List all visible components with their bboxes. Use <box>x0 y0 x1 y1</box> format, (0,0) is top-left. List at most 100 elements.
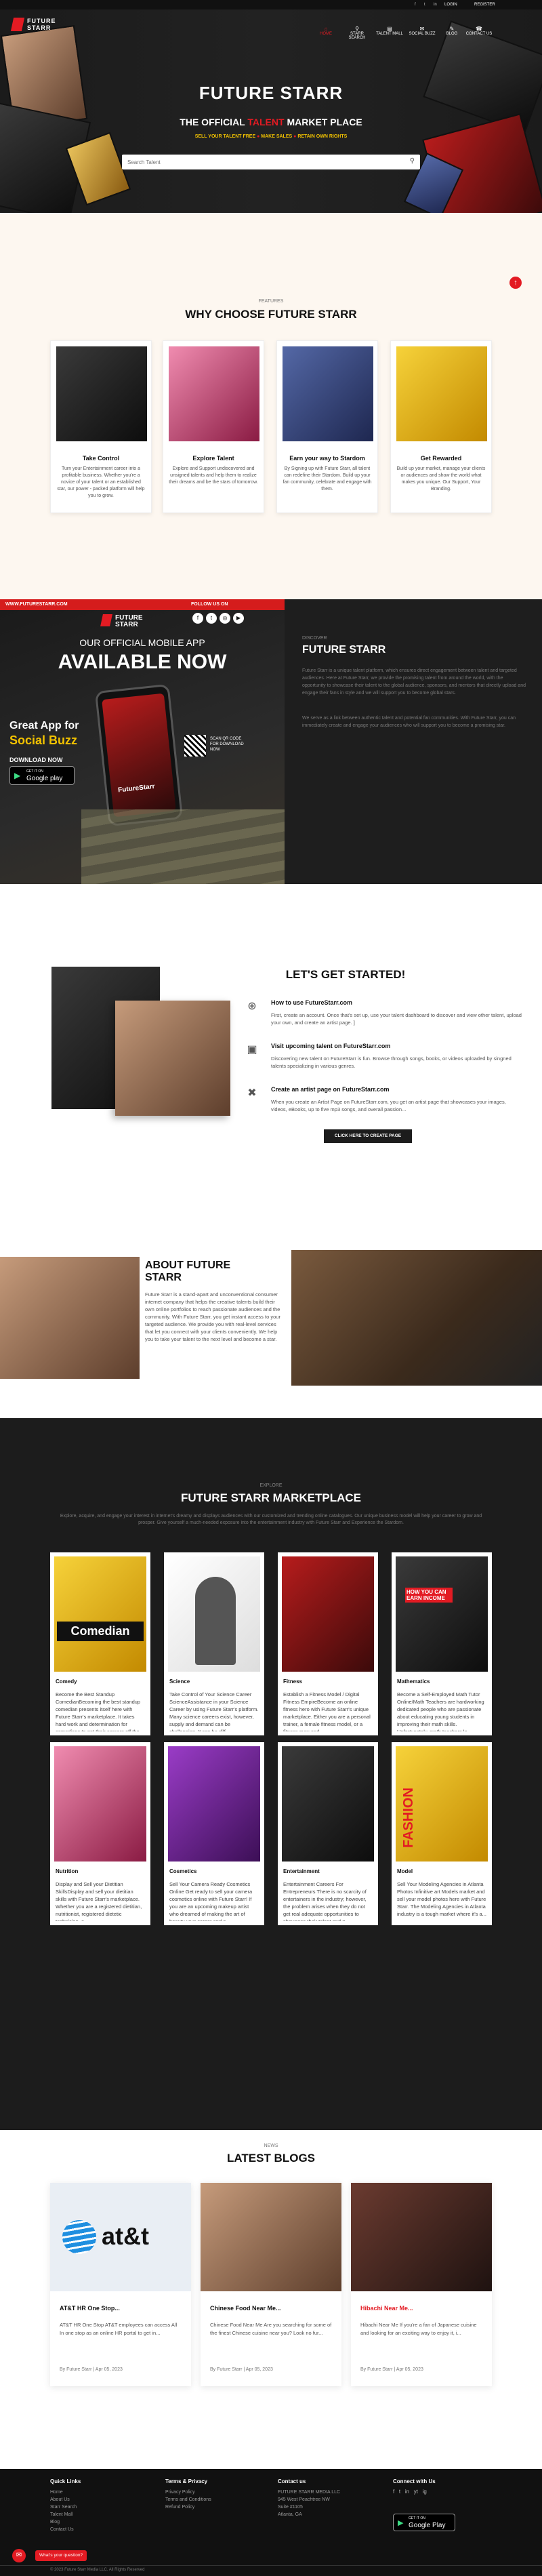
chat-bubble[interactable]: What's your question? <box>35 2550 87 2561</box>
footer-link-contact[interactable]: Contact Us <box>50 2526 145 2533</box>
hero-subtitle: THE OFFICIAL TALENT MARKET PLACE <box>136 117 406 127</box>
register-link[interactable]: REGISTER <box>474 3 495 7</box>
logo-text-top: FUTURE <box>27 18 56 24</box>
market-desc-science: Take Control of Your Science Career Scie… <box>169 1691 259 1731</box>
market-card-mathematics[interactable]: HOW YOU CAN EARN INCOME Mathematics Beco… <box>392 1552 492 1735</box>
step-2-desc: Discovering new talent on FutureStarr is… <box>271 1055 512 1069</box>
talent-search-input[interactable] <box>127 157 398 167</box>
blog-desc-2: Chinese Food Near Me Are you searching f… <box>210 2322 332 2336</box>
market-card-model[interactable]: FASHION Model Sell Your Modeling Agencie… <box>392 1742 492 1925</box>
market-category-cosmetics: Cosmetics <box>169 1868 197 1874</box>
footer-link-blog[interactable]: Blog <box>50 2518 145 2526</box>
about-title-1: ABOUT FUTURE <box>145 1260 231 1271</box>
feature-desc-1: Turn your Entertainment career into a pr… <box>57 466 145 498</box>
login-link[interactable]: LOGIN <box>444 3 457 7</box>
market-card-nutrition[interactable]: Nutrition Display and Sell your Dietitia… <box>50 1742 150 1925</box>
play-icon: ▶ <box>14 771 21 780</box>
facebook-icon[interactable]: f <box>415 3 416 7</box>
step-3-title[interactable]: Create an artist page on FutureStarr.com <box>271 1086 528 1093</box>
twitter-icon[interactable]: t <box>206 613 217 624</box>
nav-starr-search[interactable]: ⚲ STARR SEARCH <box>341 26 373 40</box>
globe-icon: ⊕ <box>247 1001 257 1012</box>
scroll-top-icon[interactable]: ↑ <box>509 277 522 289</box>
app-line2: AVAILABLE NOW <box>58 651 227 673</box>
footer-contact-line-2: 945 West Peachtree NW <box>278 2497 330 2502</box>
blog-title-2[interactable]: Chinese Food Near Me... <box>210 2305 281 2312</box>
twitter-icon[interactable]: t <box>424 3 425 7</box>
gp-big: Google play <box>26 775 63 782</box>
market-card-fitness[interactable]: Fitness Establish a Fitness Model / Digi… <box>278 1552 378 1735</box>
step-2-title[interactable]: Visit upcoming talent on FutureStarr.com <box>271 1043 528 1049</box>
nav-home[interactable]: ⌂ HOME <box>310 26 341 36</box>
features-title: WHY CHOOSE FUTURE STARR <box>185 308 357 321</box>
footer-contact-title: Contact us <box>278 2478 306 2484</box>
facebook-icon[interactable]: f <box>393 2489 394 2495</box>
tagline-1: SELL YOUR TALENT FREE <box>194 134 256 139</box>
market-image-cosmetics <box>168 1746 260 1861</box>
nav-talent-mall-label: TALENT MALL <box>376 32 403 36</box>
instagram-icon[interactable]: ◎ <box>220 613 230 624</box>
footer-gp-small: GET IT ON <box>409 2516 425 2520</box>
step-1-title[interactable]: How to use FutureStarr.com <box>271 999 528 1006</box>
mobile-app-banner: WWW.FUTURESTARR.COM FOLLOW US ON f t ◎ ▶… <box>0 599 285 884</box>
footer-google-play-badge[interactable]: ▶ GET IT ON Google Play <box>393 2514 455 2531</box>
instagram-icon[interactable]: ig <box>423 2489 427 2495</box>
nav-contact[interactable]: ☎ CONTACT US <box>463 26 495 36</box>
google-play-badge[interactable]: ▶ GET IT ON Google play <box>9 766 75 785</box>
facebook-icon[interactable]: f <box>192 613 203 624</box>
twitter-icon[interactable]: t <box>399 2489 400 2495</box>
market-category-mathematics: Mathematics <box>397 1678 430 1685</box>
create-page-button[interactable]: CLICK HERE TO CREATE PAGE <box>324 1129 412 1143</box>
qr-text: SCAN QR CODE FOR DOWNLOAD NOW <box>210 737 244 752</box>
search-icon[interactable]: ⚲ <box>410 157 415 165</box>
market-card-science[interactable]: Science Take Control of Your Science Car… <box>164 1552 264 1735</box>
blog-card-2[interactable]: Chinese Food Near Me... Chinese Food Nea… <box>201 2183 341 2386</box>
blog-card-3[interactable]: Hibachi Near Me... Hibachi Near Me If yo… <box>351 2183 492 2386</box>
blog-card-1[interactable]: at&t AT&T HR One Stop... AT&T HR One Sto… <box>50 2183 191 2386</box>
hero-tagline: SELL YOUR TALENT FREE ● MAKE SALES ● RET… <box>136 134 406 139</box>
app-social: Social Buzz <box>9 733 78 747</box>
footer-link-privacy[interactable]: Privacy Policy <box>165 2489 260 2496</box>
market-card-entertainment[interactable]: Entertainment Entertainment Careers For … <box>278 1742 378 1925</box>
feature-card-earn: Earn your way to Stardom By Signing up w… <box>276 340 378 513</box>
blog-meta-3: By Future Starr | Apr 05, 2023 <box>360 2367 423 2372</box>
footer-connect-title: Connect with Us <box>393 2478 436 2484</box>
feature-card-explore-talent: Explore Talent Explore and Support undis… <box>163 340 264 513</box>
app-follow-label: FOLLOW US ON <box>191 602 228 607</box>
instagram-icon[interactable]: in <box>434 3 437 7</box>
top-bar: f t in LOGIN REGISTER <box>0 0 542 9</box>
feature-image-3 <box>283 346 373 441</box>
chat-icon[interactable]: ✉ <box>12 2549 26 2562</box>
marketplace-section: EXPLORE FUTURE STARR MARKETPLACE Explore… <box>0 1418 542 2130</box>
footer-quick-links: Quick Links Home About Us Starr Search T… <box>50 2478 145 2533</box>
feature-desc-3: By Signing up with Future Starr, all tal… <box>283 466 372 491</box>
linkedin-icon[interactable]: in <box>405 2489 409 2495</box>
market-category-fitness: Fitness <box>283 1678 303 1685</box>
footer-terms-title: Terms & Privacy <box>165 2478 208 2484</box>
play-icon: ▶ <box>398 2519 404 2527</box>
footer-link-refund[interactable]: Refund Policy <box>165 2503 260 2511</box>
market-desc-cosmetics: Sell Your Camera Ready Cosmetics Online … <box>169 1881 253 1921</box>
market-card-comedy[interactable]: Comedian Comedy Become the Best Standup … <box>50 1552 150 1735</box>
footer-link-about[interactable]: About Us <box>50 2496 145 2503</box>
search-icon: ⚲ <box>355 26 359 32</box>
hero-title: FUTURE STARR <box>199 83 343 103</box>
nav-talent-mall[interactable]: ▤ TALENT MALL <box>374 26 405 36</box>
nav-social-buzz[interactable]: ✉ SOCIAL BUZZ <box>406 26 438 36</box>
footer-link-home[interactable]: Home <box>50 2489 145 2496</box>
market-card-cosmetics[interactable]: Cosmetics Sell Your Camera Ready Cosmeti… <box>164 1742 264 1925</box>
blog-meta-2: By Future Starr | Apr 05, 2023 <box>210 2367 273 2372</box>
hero-photo-right-top <box>423 20 542 134</box>
youtube-icon[interactable]: ▶ <box>233 613 244 624</box>
youtube-icon[interactable]: yt <box>414 2489 418 2495</box>
talent-search-box[interactable]: ⚲ <box>122 155 420 169</box>
footer-link-terms[interactable]: Terms and Conditions <box>165 2496 260 2503</box>
footer-link-starr-search[interactable]: Starr Search <box>50 2503 145 2511</box>
footer-terms: Terms & Privacy Privacy Policy Terms and… <box>165 2478 260 2511</box>
blog-title-1[interactable]: AT&T HR One Stop... <box>60 2305 120 2312</box>
footer-divider <box>0 2565 542 2566</box>
market-desc-comedy: Become the Best Standup ComedianBecoming… <box>56 1691 144 1731</box>
site-logo[interactable]: FUTURE STARR <box>10 16 73 34</box>
blog-title-3[interactable]: Hibachi Near Me... <box>360 2305 413 2312</box>
footer-link-talent-mall[interactable]: Talent Mall <box>50 2511 145 2518</box>
